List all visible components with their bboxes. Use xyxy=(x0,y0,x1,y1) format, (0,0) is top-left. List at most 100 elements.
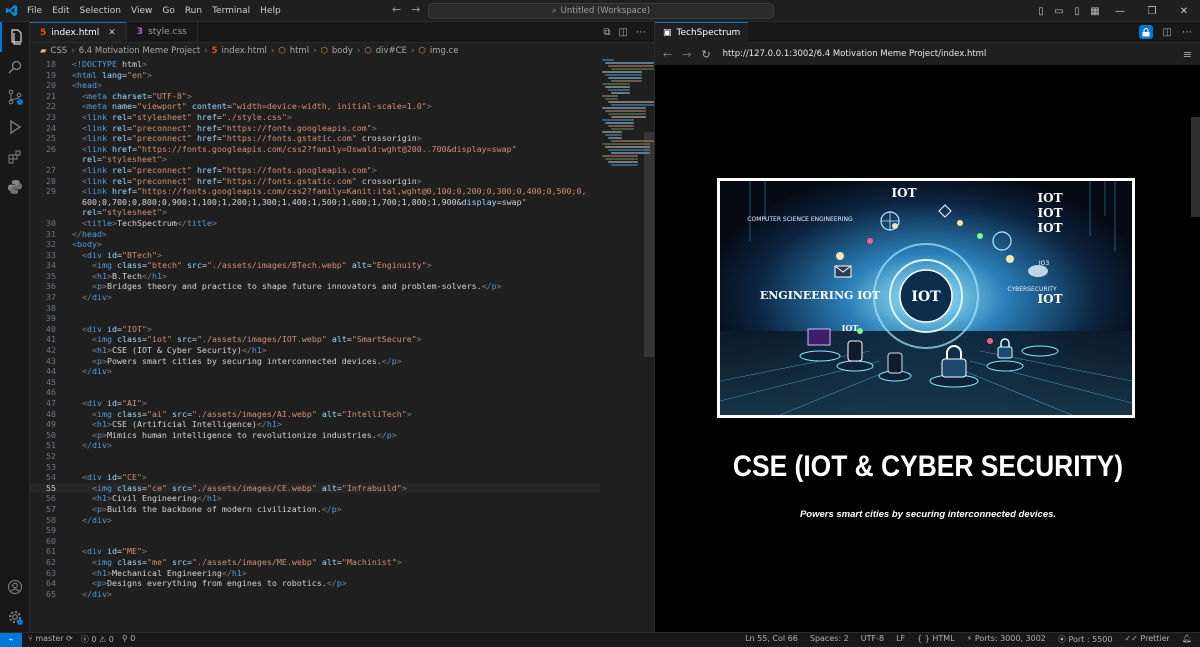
menu-go[interactable]: Go xyxy=(157,6,179,16)
menu-run[interactable]: Run xyxy=(180,6,207,16)
info-indicator[interactable]: ⚲ 0 xyxy=(122,634,136,645)
code-line[interactable]: 49 <h1>CSE (Artificial Intelligence)</h1… xyxy=(30,419,600,430)
extensions-icon[interactable] xyxy=(0,142,30,172)
code-line[interactable]: 65 </div> xyxy=(30,589,600,600)
code-line[interactable]: 30 <title>TechSpectrum</title> xyxy=(30,218,600,229)
language-mode[interactable]: { } HTML xyxy=(917,634,955,645)
tab-index-html[interactable]: 5 index.html ✕ xyxy=(30,22,127,42)
breadcrumb-item[interactable]: CSS xyxy=(51,46,68,56)
split-editor-icon[interactable]: ◫ xyxy=(619,27,628,38)
live-server-port[interactable]: ⦿ Port : 5500 xyxy=(1058,634,1113,645)
toggle-sidebar-icon[interactable]: ▯ xyxy=(1032,6,1050,17)
code-line[interactable]: 21 <meta charset="UTF-8"> xyxy=(30,91,600,102)
code-line[interactable]: 20 <head> xyxy=(30,80,600,91)
code-line[interactable]: 39 xyxy=(30,313,600,324)
search-view-icon[interactable] xyxy=(0,52,30,82)
python-icon[interactable] xyxy=(0,172,30,202)
code-line[interactable]: 47 <div id="AI"> xyxy=(30,398,600,409)
code-editor[interactable]: 18 <!DOCTYPE html> 19 <html lang="en"> 20 <he… xyxy=(30,59,600,632)
code-line[interactable]: 32 <body> xyxy=(30,239,600,250)
code-line[interactable]: 64 <p>Designs everything from engines to… xyxy=(30,578,600,589)
code-line[interactable]: 26 <link href="https://fonts.googleapis.… xyxy=(30,144,600,155)
minimize-icon[interactable]: — xyxy=(1104,6,1136,17)
code-line[interactable]: 46 xyxy=(30,387,600,398)
code-line[interactable]: 24 <link rel="preconnect" href="https://… xyxy=(30,123,600,134)
url-field[interactable]: http://127.0.0.1:3002/6.4 Motivation Mem… xyxy=(723,49,987,59)
code-line[interactable]: 41 <img class="iot" src="./assets/images… xyxy=(30,334,600,345)
problems-indicator[interactable]: ⓧ 0 ⚠ 0 xyxy=(81,634,114,645)
code-line[interactable]: 63 <h1>Mechanical Engineering</h1> xyxy=(30,568,600,579)
code-line[interactable]: 59 xyxy=(30,525,600,536)
forward-arrow-icon[interactable]: → xyxy=(411,3,420,16)
code-line[interactable]: 31 </head> xyxy=(30,229,600,240)
code-line[interactable]: 50 <p>Mimics human intelligence to revol… xyxy=(30,430,600,441)
code-line[interactable]: 56 <h1>Civil Engineering</h1> xyxy=(30,493,600,504)
code-line[interactable]: 45 xyxy=(30,377,600,388)
code-line[interactable]: 61 <div id="ME"> xyxy=(30,546,600,557)
code-line[interactable]: 36 <p>Bridges theory and practice to sha… xyxy=(30,281,600,292)
code-line[interactable]: rel="stylesheet"> xyxy=(30,154,600,165)
breadcrumb-item[interactable]: div#CE xyxy=(376,46,407,56)
menu-file[interactable]: File xyxy=(22,6,47,16)
encoding[interactable]: UTF-8 xyxy=(861,634,884,645)
branch-indicator[interactable]: ⑂ master ⟳ xyxy=(28,634,73,645)
code-line[interactable]: 54 <div id="CE"> xyxy=(30,472,600,483)
code-line[interactable]: 18 <!DOCTYPE html> xyxy=(30,59,600,70)
lock-icon[interactable] xyxy=(1138,25,1153,39)
code-line[interactable]: 29 <link href="https://fonts.googleapis.… xyxy=(30,186,600,197)
code-line[interactable]: 40 <div id="IOT"> xyxy=(30,324,600,335)
breadcrumb-item[interactable]: body xyxy=(332,46,353,56)
breadcrumb-item[interactable]: img.ce xyxy=(430,46,459,56)
menu-selection[interactable]: Selection xyxy=(75,6,126,16)
close-tab-icon[interactable]: ✕ xyxy=(108,28,116,38)
ports-indicator[interactable]: ⚡ Ports: 3000, 3002 xyxy=(967,634,1046,645)
source-control-icon[interactable] xyxy=(0,82,30,112)
code-line[interactable]: 43 <p>Powers smart cities by securing in… xyxy=(30,356,600,367)
breadcrumb-item[interactable]: 6.4 Motivation Meme Project xyxy=(79,46,201,56)
restore-icon[interactable]: ❐ xyxy=(1136,6,1168,17)
breadcrumb-item[interactable]: index.html xyxy=(222,46,267,56)
code-line[interactable]: 60 xyxy=(30,536,600,547)
tab-techspectrum[interactable]: ▣ TechSpectrum xyxy=(655,21,749,43)
code-line[interactable]: 52 xyxy=(30,451,600,462)
more-actions-icon[interactable]: ⋯ xyxy=(1182,27,1192,38)
account-icon[interactable] xyxy=(0,572,30,602)
split-editor-icon[interactable]: ◫ xyxy=(1163,27,1172,38)
code-line[interactable]: 33 <div id="BTech"> xyxy=(30,250,600,261)
tab-style-css[interactable]: 3 style.css xyxy=(127,22,198,42)
code-line[interactable]: 28 <link rel="preconnect" href="https://… xyxy=(30,176,600,187)
code-line[interactable]: 55 <img class="ce" src="./assets/images/… xyxy=(30,482,600,494)
code-line[interactable]: 44 </div> xyxy=(30,366,600,377)
preview-scrollbar[interactable] xyxy=(1191,117,1200,217)
menu-edit[interactable]: Edit xyxy=(47,6,74,16)
code-line[interactable]: 35 <h1>B.Tech</h1> xyxy=(30,271,600,282)
code-line[interactable]: 38 xyxy=(30,303,600,314)
command-center-search[interactable]: ⌕ Untitled (Workspace) xyxy=(428,3,774,19)
run-debug-icon[interactable] xyxy=(0,112,30,142)
code-line[interactable]: 57 <p>Builds the backbone of modern civi… xyxy=(30,504,600,515)
cursor-position[interactable]: Ln 55, Col 66 xyxy=(745,634,798,645)
code-line[interactable]: 34 <img class="btech" src="./assets/imag… xyxy=(30,260,600,271)
code-line[interactable]: 22 <meta name="viewport" content="width=… xyxy=(30,101,600,112)
code-line[interactable]: 19 <html lang="en"> xyxy=(30,70,600,81)
editor-scrollbar[interactable] xyxy=(644,132,654,357)
back-arrow-icon[interactable]: ← xyxy=(663,48,672,61)
forward-arrow-icon[interactable]: → xyxy=(682,48,691,61)
back-arrow-icon[interactable]: ← xyxy=(392,3,401,16)
end-of-line[interactable]: LF xyxy=(896,634,905,645)
remote-indicator-icon[interactable]: ⌁ xyxy=(0,632,22,647)
menu-help[interactable]: Help xyxy=(255,6,286,16)
hamburger-menu-icon[interactable]: ≡ xyxy=(1183,48,1192,61)
code-line[interactable]: 48 <img class="ai" src="./assets/images/… xyxy=(30,409,600,420)
menu-terminal[interactable]: Terminal xyxy=(207,6,255,16)
code-line[interactable]: 25 <link rel="preconnect" href="https://… xyxy=(30,133,600,144)
indentation[interactable]: Spaces: 2 xyxy=(810,634,849,645)
menu-view[interactable]: View xyxy=(126,6,157,16)
code-line[interactable]: rel="stylesheet"> xyxy=(30,207,600,218)
breadcrumb-item[interactable]: html xyxy=(290,46,309,56)
code-line[interactable]: 23 <link rel="stylesheet" href="./style.… xyxy=(30,112,600,123)
notifications-bell-icon[interactable]: 🔔︎ xyxy=(1182,634,1192,645)
more-actions-icon[interactable]: ⋯ xyxy=(636,27,646,38)
code-line[interactable]: 37 </div> xyxy=(30,292,600,303)
code-line[interactable]: 51 </div> xyxy=(30,440,600,451)
